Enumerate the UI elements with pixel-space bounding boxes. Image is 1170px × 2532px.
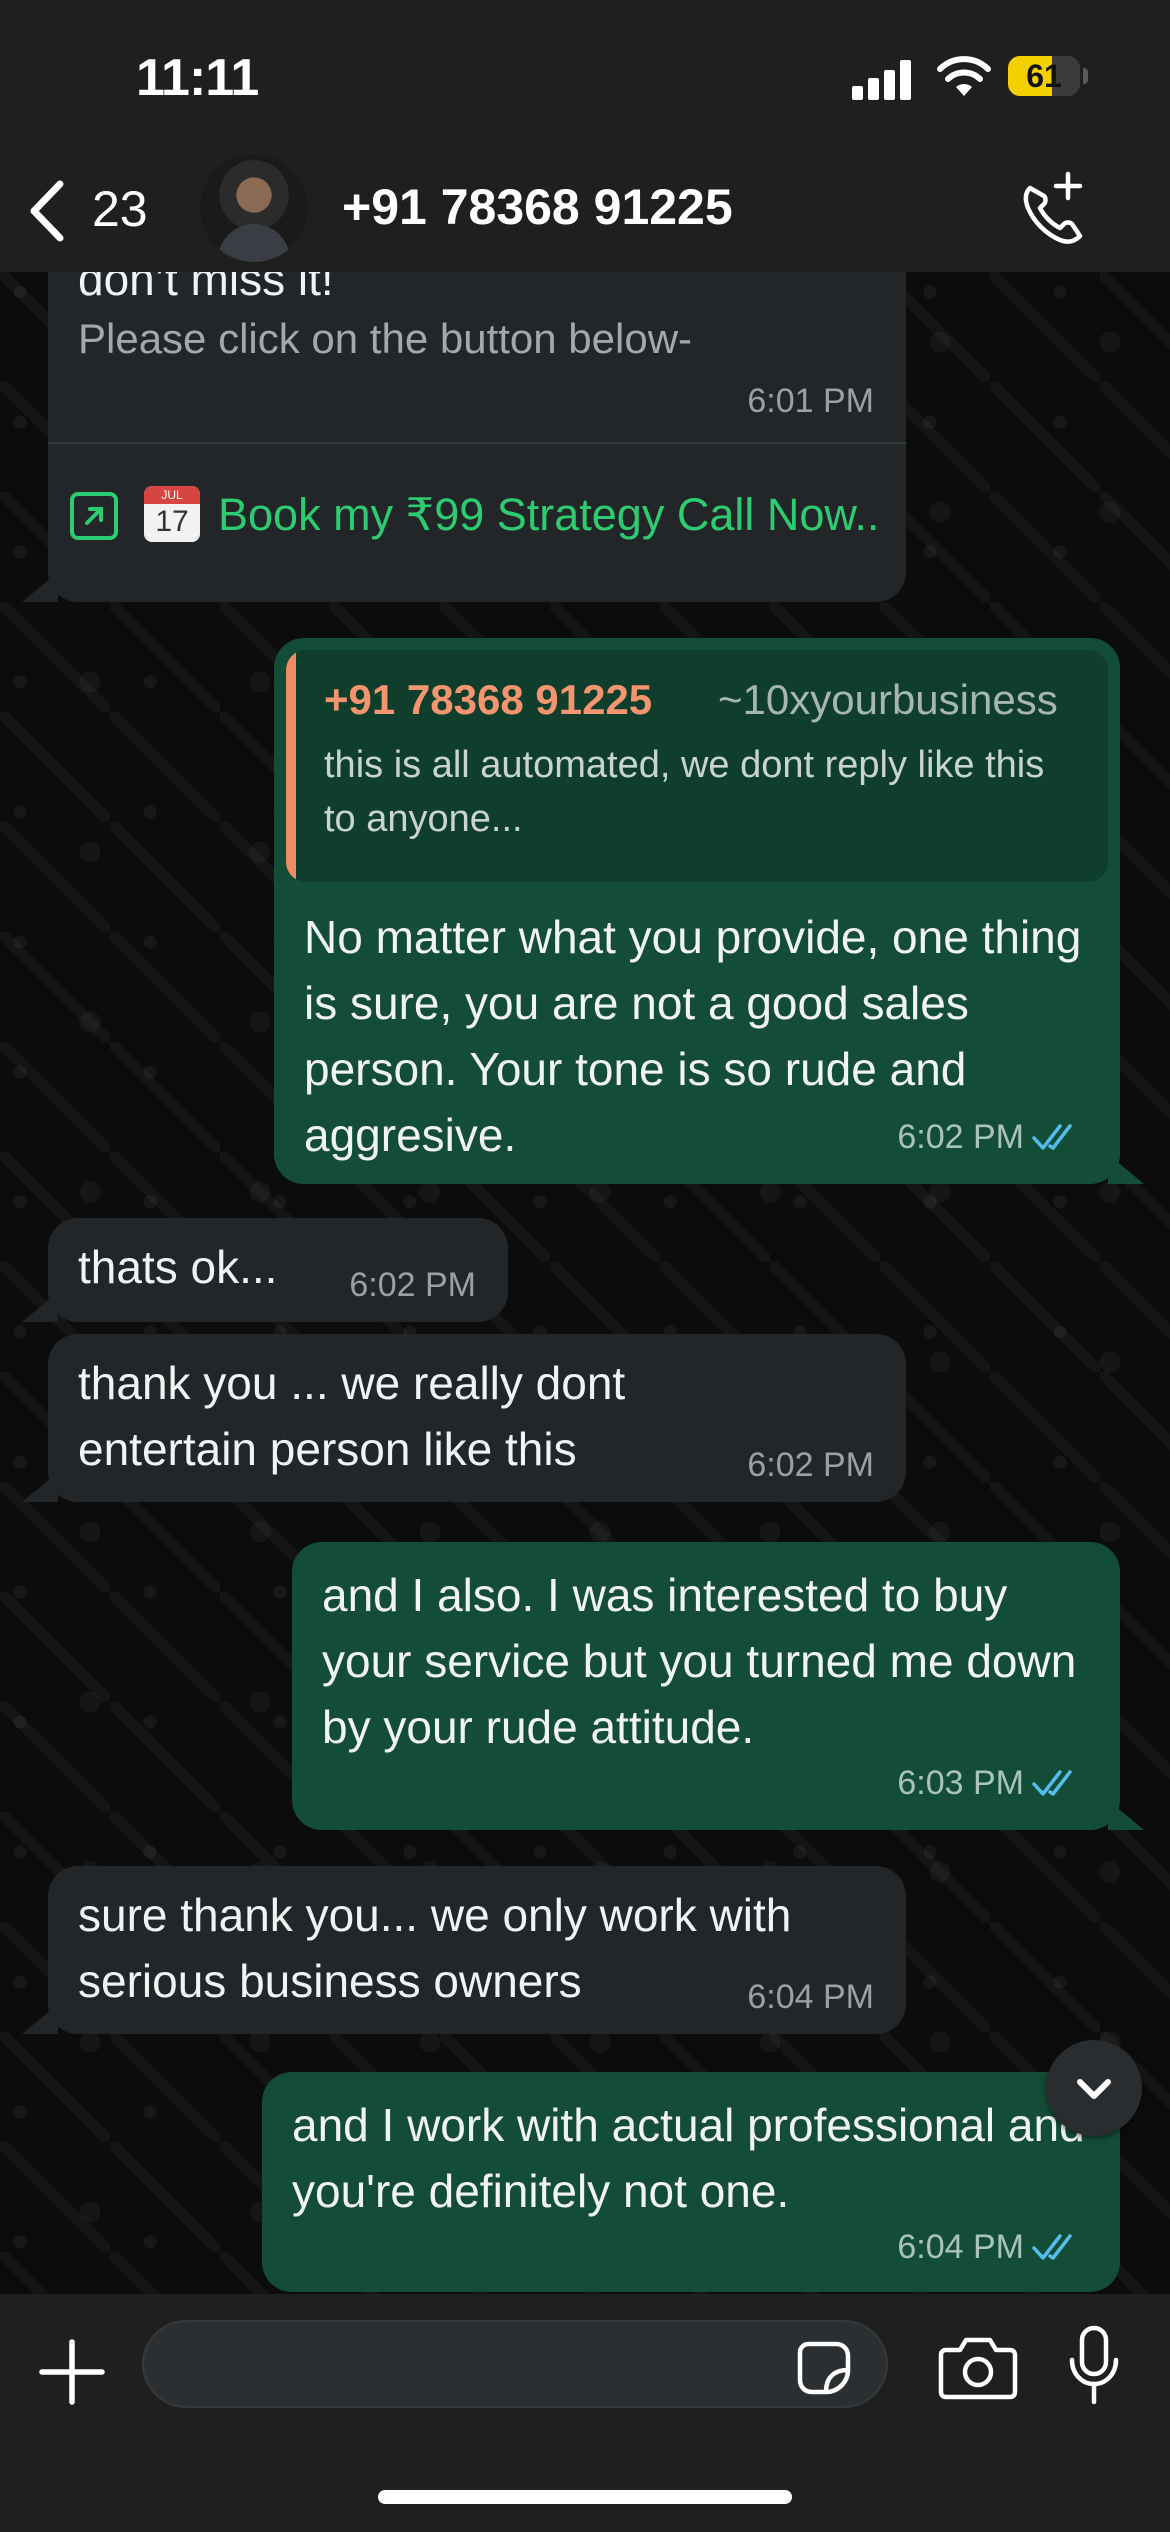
- call-add-icon[interactable]: [1016, 168, 1088, 248]
- status-bar: 11:11 61: [0, 0, 1170, 150]
- message-text: and I work with actual professional and …: [292, 2099, 1085, 2217]
- message-time: 6:01 PM: [747, 382, 874, 420]
- message-time: 6:04 PM: [897, 2228, 1080, 2267]
- chevron-down-icon: [1077, 2079, 1111, 2099]
- contact-avatar[interactable]: [200, 154, 308, 262]
- status-time: 11:11: [136, 49, 259, 107]
- double-check-icon: [1032, 1124, 1072, 1150]
- contact-name[interactable]: +91 78368 91225: [342, 178, 733, 236]
- battery-nub: [1083, 68, 1088, 84]
- message-outgoing[interactable]: and I work with actual professional and …: [262, 2072, 1120, 2292]
- book-call-button[interactable]: Book my ₹99 Strategy Call Now..: [218, 488, 879, 541]
- chat-header: 23 +91 78368 91225: [0, 150, 1170, 273]
- message-time: 6:02 PM: [349, 1266, 476, 1304]
- message-incoming[interactable]: sure thank you... we only work with seri…: [48, 1866, 906, 2034]
- sticker-icon[interactable]: [796, 2340, 852, 2396]
- quote-accent-bar: [286, 650, 296, 882]
- quote-alias: ~10xyourbusiness: [718, 676, 1058, 723]
- external-link-icon: [70, 492, 118, 540]
- message-text-secondary: Please click on the button below-: [78, 315, 693, 362]
- message-outgoing[interactable]: and I also. I was interested to buy your…: [292, 1542, 1120, 1830]
- message-time: 6:04 PM: [747, 1978, 874, 2016]
- message-incoming[interactable]: don’t miss it! Please click on the butto…: [48, 272, 906, 602]
- message-incoming[interactable]: thats ok... 6:02 PM: [48, 1218, 508, 1322]
- message-outgoing[interactable]: +91 78368 91225 ~10xyourbusiness this is…: [274, 638, 1120, 1184]
- calendar-icon: JUL 17: [144, 486, 200, 542]
- double-check-icon: [1032, 1770, 1072, 1796]
- quote-text: this is all automated, we dont reply lik…: [324, 744, 1045, 840]
- wifi-icon: [937, 56, 991, 96]
- message-text: thank you ... we really dont entertain p…: [78, 1357, 626, 1475]
- camera-icon[interactable]: [938, 2334, 1018, 2400]
- home-indicator[interactable]: [378, 2490, 792, 2504]
- back-chevron-icon[interactable]: [24, 176, 74, 246]
- message-time: 6:02 PM: [897, 1118, 1080, 1157]
- signal-icon: [852, 60, 911, 100]
- message-text: thats ok...: [78, 1241, 278, 1293]
- chat-area[interactable]: don’t miss it! Please click on the butto…: [0, 272, 1170, 2294]
- quote-sender: +91 78368 91225: [324, 676, 653, 723]
- battery-indicator: 61: [1008, 56, 1080, 96]
- unread-count[interactable]: 23: [92, 180, 148, 238]
- message-time: 6:02 PM: [747, 1446, 874, 1484]
- scroll-to-bottom-button[interactable]: [1046, 2040, 1142, 2136]
- double-check-icon: [1032, 2234, 1072, 2260]
- quoted-message[interactable]: +91 78368 91225 ~10xyourbusiness this is…: [286, 650, 1108, 882]
- message-input[interactable]: [142, 2320, 888, 2408]
- plus-icon[interactable]: [36, 2336, 108, 2408]
- message-text: and I also. I was interested to buy your…: [322, 1569, 1077, 1753]
- message-divider: [48, 442, 906, 444]
- mic-icon[interactable]: [1066, 2324, 1122, 2410]
- message-input-bar: [0, 2294, 1170, 2532]
- battery-percentage: 61: [1026, 58, 1062, 94]
- message-time: 6:03 PM: [897, 1764, 1080, 1803]
- message-incoming[interactable]: thank you ... we really dont entertain p…: [48, 1334, 906, 1502]
